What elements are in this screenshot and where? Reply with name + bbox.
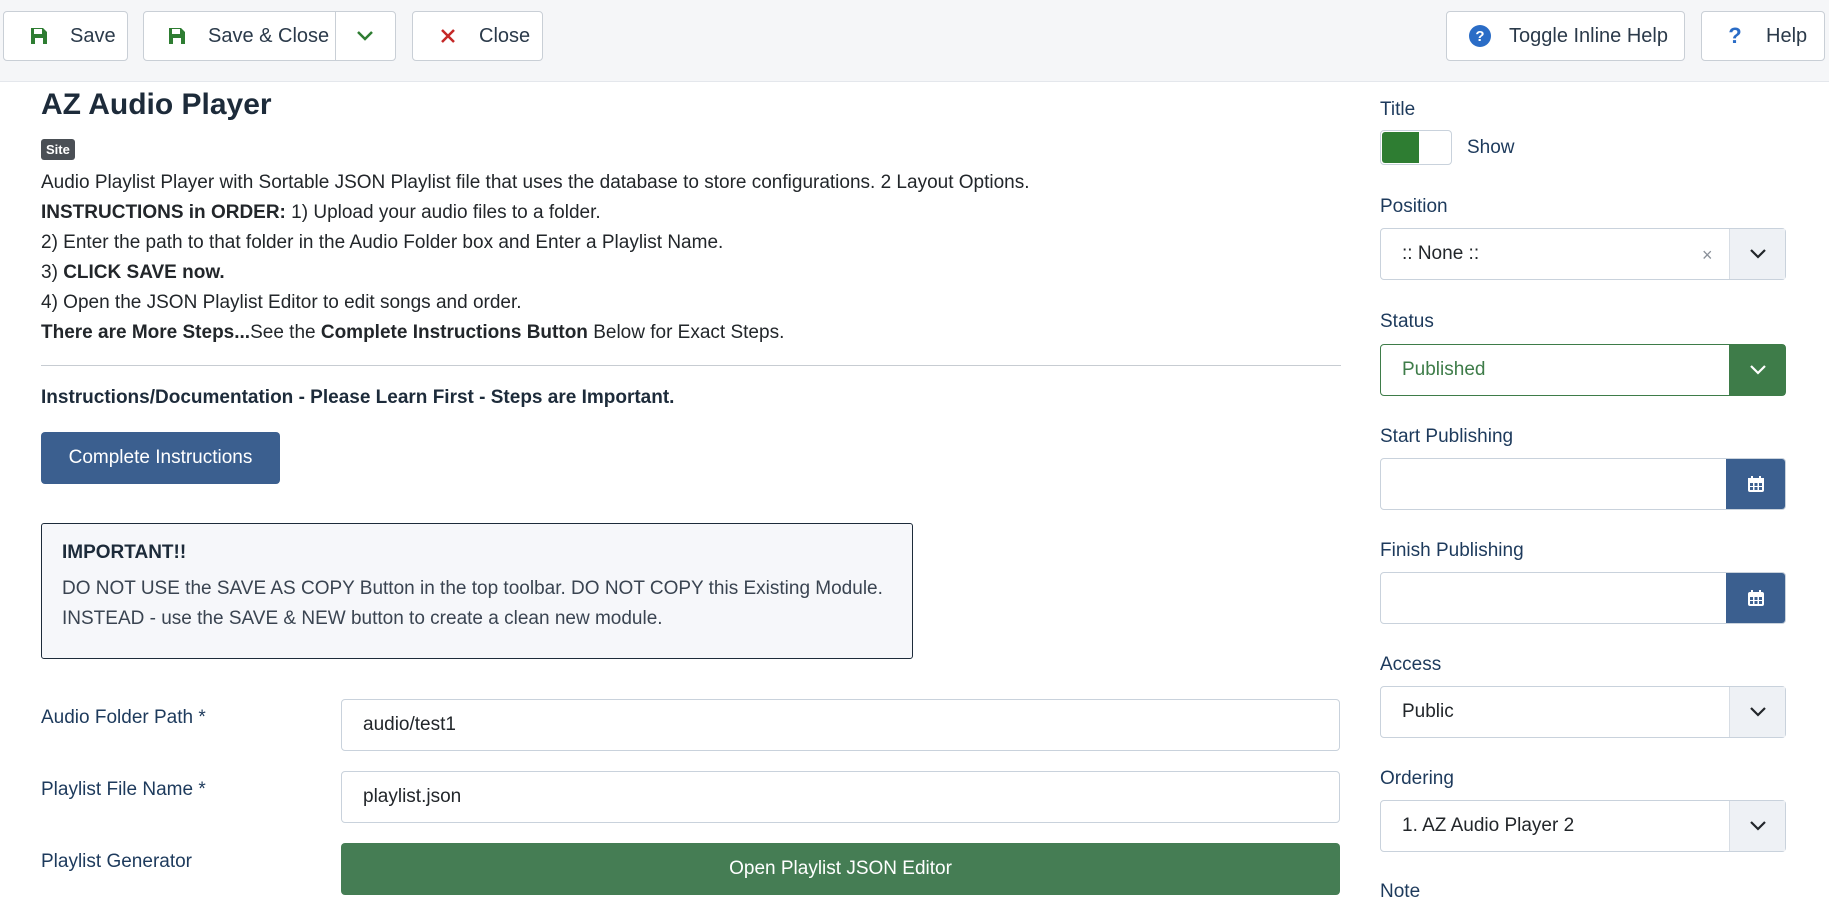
documentation-heading: Instructions/Documentation - Please Lear… xyxy=(41,387,675,408)
save-close-button-group: Save & Close xyxy=(143,11,396,61)
save-close-label: Save & Close xyxy=(208,24,330,47)
open-playlist-editor-button[interactable]: Open Playlist JSON Editor xyxy=(341,843,1340,895)
ordering-select[interactable]: 1. AZ Audio Player 2 xyxy=(1380,800,1786,852)
save-close-button[interactable]: Save & Close xyxy=(144,12,335,60)
status-select[interactable]: Published xyxy=(1380,344,1786,396)
x-icon xyxy=(437,25,459,47)
title-toggle-text: Show xyxy=(1467,137,1515,158)
position-label: Position xyxy=(1380,196,1448,217)
floppy-disk-icon xyxy=(28,25,50,47)
audio-folder-label: Audio Folder Path * xyxy=(41,707,206,728)
close-button[interactable]: Close xyxy=(412,11,543,61)
audio-folder-input[interactable]: audio/test1 xyxy=(341,699,1340,751)
toggle-inline-help-label: Toggle Inline Help xyxy=(1509,24,1668,47)
ordering-value: 1. AZ Audio Player 2 xyxy=(1402,815,1575,836)
note-label: Note xyxy=(1380,881,1421,902)
save-button[interactable]: Save xyxy=(3,11,128,61)
close-label: Close xyxy=(479,24,531,47)
module-description: Audio Playlist Player with Sortable JSON… xyxy=(41,168,1341,348)
help-button[interactable]: ? Help xyxy=(1701,11,1825,61)
important-line-1: DO NOT USE the SAVE AS COPY Button in th… xyxy=(62,578,883,599)
toggle-knob xyxy=(1382,132,1419,163)
important-notice: IMPORTANT!! DO NOT USE the SAVE AS COPY … xyxy=(41,523,913,659)
chevron-down-icon xyxy=(1729,345,1785,395)
question-icon: ? xyxy=(1728,23,1742,48)
access-value: Public xyxy=(1402,701,1454,722)
title-show-toggle[interactable] xyxy=(1380,130,1452,165)
position-select[interactable]: :: None :: xyxy=(1380,228,1786,280)
finish-publishing-input[interactable] xyxy=(1380,572,1786,624)
instructions-line-1: INSTRUCTIONS in ORDER: 1) Upload your au… xyxy=(41,202,601,223)
status-label: Status xyxy=(1380,311,1434,332)
title-label: Title xyxy=(1380,99,1416,120)
chevron-down-icon xyxy=(1729,687,1785,737)
status-value: Published xyxy=(1402,359,1486,380)
important-line-2: INSTEAD - use the SAVE & NEW button to c… xyxy=(62,608,663,629)
playlist-file-label: Playlist File Name * xyxy=(41,779,206,800)
access-label: Access xyxy=(1380,654,1442,675)
divider xyxy=(41,365,1341,366)
toggle-inline-help-button[interactable]: ? Toggle Inline Help xyxy=(1446,11,1685,61)
question-circle-icon: ? xyxy=(1469,25,1491,47)
playlist-generator-label: Playlist Generator xyxy=(41,851,193,872)
start-publishing-label: Start Publishing xyxy=(1380,426,1514,447)
toolbar: Save Save & Close Close ? Toggle Inline … xyxy=(0,0,1829,82)
position-value: :: None :: xyxy=(1402,243,1480,264)
help-label: Help xyxy=(1766,24,1808,47)
chevron-down-icon xyxy=(1729,229,1785,279)
start-publishing-input[interactable] xyxy=(1380,458,1786,510)
instructions-line-3: 3) CLICK SAVE now. xyxy=(41,262,225,283)
position-clear-button[interactable]: × xyxy=(1702,245,1713,266)
access-select[interactable]: Public xyxy=(1380,686,1786,738)
calendar-icon[interactable] xyxy=(1726,573,1785,623)
playlist-file-input[interactable]: playlist.json xyxy=(341,771,1340,823)
ordering-label: Ordering xyxy=(1380,768,1454,789)
more-steps-line: There are More Steps...See the Complete … xyxy=(41,322,785,343)
module-edit-form: AZ Audio Player Site Audio Playlist Play… xyxy=(0,82,1829,904)
save-label: Save xyxy=(70,24,116,47)
save-options-dropdown-toggle[interactable] xyxy=(334,12,395,60)
chevron-down-icon xyxy=(356,25,374,48)
calendar-icon[interactable] xyxy=(1726,459,1785,509)
floppy-disk-icon xyxy=(166,25,188,47)
chevron-down-icon xyxy=(1729,801,1785,851)
finish-publishing-label: Finish Publishing xyxy=(1380,540,1524,561)
page-title: AZ Audio Player xyxy=(41,88,272,121)
description-line: Audio Playlist Player with Sortable JSON… xyxy=(41,172,1030,193)
important-title: IMPORTANT!! xyxy=(62,542,187,563)
instructions-line-2: 2) Enter the path to that folder in the … xyxy=(41,232,724,253)
site-badge: Site xyxy=(41,139,75,160)
complete-instructions-button[interactable]: Complete Instructions xyxy=(41,432,280,484)
instructions-line-4: 4) Open the JSON Playlist Editor to edit… xyxy=(41,292,522,313)
